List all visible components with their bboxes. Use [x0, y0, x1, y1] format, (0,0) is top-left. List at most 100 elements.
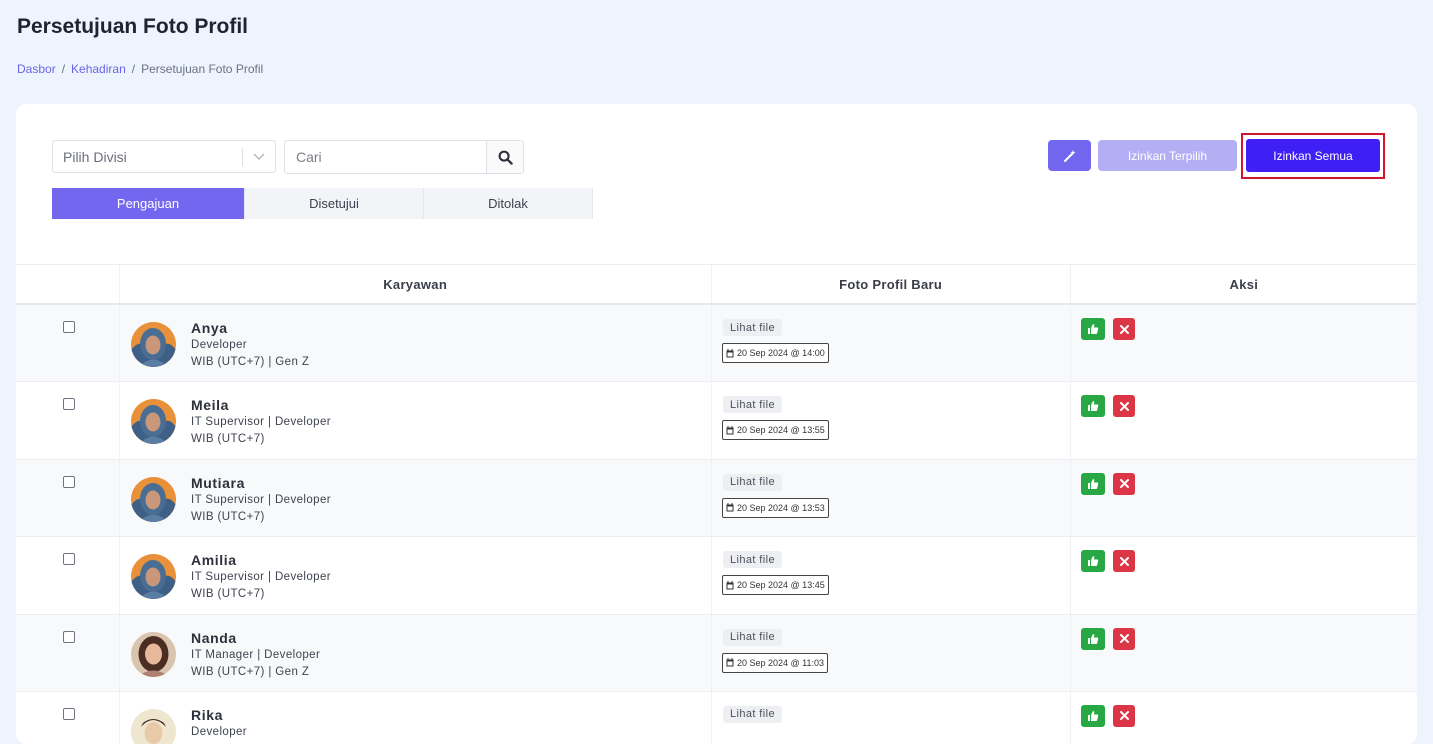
division-select[interactable]: Pilih Divisi: [52, 140, 276, 173]
avatar: [131, 399, 176, 445]
magic-wand-button[interactable]: [1048, 140, 1091, 171]
tab-disetujui[interactable]: Disetujui: [245, 188, 424, 219]
employee-timezone: WIB (UTC+7): [191, 510, 265, 523]
header-aksi: Aksi: [1229, 276, 1259, 292]
view-file-button[interactable]: Lihat file: [723, 705, 782, 723]
row-checkbox[interactable]: [63, 475, 75, 488]
row-checkbox[interactable]: [63, 707, 75, 720]
view-file-button[interactable]: Lihat file: [723, 551, 782, 569]
avatar: [131, 708, 176, 744]
employee-timezone: WIB (UTC+7) | Gen Z: [191, 356, 310, 368]
page-title: Persetujuan Foto Profil: [17, 15, 249, 38]
thumbs-up-icon: [1088, 401, 1099, 412]
column-divider: [119, 614, 120, 691]
breadcrumb-separator: /: [131, 62, 136, 76]
breadcrumb-separator: /: [61, 62, 66, 76]
approve-button[interactable]: [1081, 395, 1105, 418]
avatar: [131, 476, 176, 522]
reject-button[interactable]: [1113, 395, 1135, 418]
reject-button[interactable]: [1113, 550, 1135, 573]
breadcrumb-current: Persetujuan Foto Profil: [141, 62, 264, 76]
approve-button[interactable]: [1081, 472, 1105, 495]
reject-button[interactable]: [1113, 472, 1135, 495]
table-header: Karyawan Foto Profil Baru Aksi: [16, 264, 1417, 305]
close-icon: [1119, 556, 1129, 566]
reject-button[interactable]: [1113, 627, 1135, 650]
approve-button[interactable]: [1081, 704, 1105, 727]
search-button[interactable]: [486, 141, 523, 173]
column-divider: [711, 537, 712, 614]
thumbs-up-icon: [1088, 710, 1099, 721]
column-divider: [1070, 382, 1071, 459]
column-divider: [1070, 459, 1071, 537]
row-checkbox[interactable]: [63, 630, 75, 643]
header-checkbox-cell: [16, 265, 120, 303]
approve-selected-button[interactable]: Izinkan Terpilih: [1098, 140, 1237, 171]
column-divider: [1070, 691, 1071, 744]
column-divider: [1070, 305, 1071, 382]
search-box: [284, 140, 524, 174]
employee-name: Rika: [191, 706, 223, 723]
employee-position: IT Supervisor | Developer: [191, 571, 331, 584]
table-row: Anya Developer WIB (UTC+7) | Gen Z Lihat fi…: [16, 305, 1417, 383]
submission-date-text: 20 Sep 2024 @ 11:03: [737, 657, 825, 668]
approve-button[interactable]: [1081, 318, 1105, 340]
calendar-icon: [726, 425, 734, 435]
avatar: [131, 631, 176, 677]
submission-date: 20 Sep 2024 @ 13:53: [722, 497, 829, 518]
employee-timezone: WIB (UTC+7): [191, 433, 265, 446]
column-divider: [1070, 614, 1071, 691]
reject-button[interactable]: [1113, 704, 1135, 727]
thumbs-up-icon: [1088, 324, 1099, 334]
employee-name: Amilia: [191, 552, 237, 569]
breadcrumb-kehadiran[interactable]: Kehadiran: [71, 62, 126, 76]
view-file-button[interactable]: Lihat file: [723, 396, 782, 414]
table-row: Amilia IT Supervisor | Developer WIB (UTC+…: [16, 537, 1417, 615]
search-icon: [498, 150, 513, 165]
row-checkbox[interactable]: [63, 321, 75, 333]
approve-all-button[interactable]: Izinkan Semua: [1246, 139, 1380, 172]
header-foto-profil-baru: Foto Profil Baru: [712, 265, 1071, 303]
tab-pengajuan[interactable]: Pengajuan: [52, 188, 245, 219]
employee-name: Nanda: [191, 629, 237, 646]
column-divider: [711, 691, 712, 744]
approve-button[interactable]: [1081, 550, 1105, 573]
employee-timezone: WIB (UTC+7) | Gen Z: [191, 665, 310, 678]
column-divider: [711, 305, 712, 382]
row-checkbox[interactable]: [63, 553, 75, 566]
status-tabs: Pengajuan Disetujui Ditolak: [52, 188, 593, 219]
column-divider: [119, 537, 120, 614]
calendar-icon: [726, 580, 734, 590]
main-card: Pilih Divisi Pengajuan Disetujui Ditolak…: [16, 104, 1417, 744]
close-icon: [1119, 401, 1129, 411]
approve-button[interactable]: [1081, 627, 1105, 650]
table-row: Meila IT Supervisor | Developer WIB (UTC+7…: [16, 382, 1417, 460]
submission-date-text: 20 Sep 2024 @ 13:45: [737, 580, 825, 591]
breadcrumb-dasbor[interactable]: Dasbor: [17, 62, 56, 76]
reject-button[interactable]: [1113, 318, 1135, 340]
chevron-down-icon[interactable]: [243, 150, 275, 164]
thumbs-up-icon: [1088, 556, 1099, 567]
employee-timezone: WIB (UTC+7): [191, 588, 265, 601]
view-file-button[interactable]: Lihat file: [723, 319, 782, 336]
header-karyawan: Karyawan: [120, 265, 712, 303]
submission-date-text: 20 Sep 2024 @ 13:53: [737, 502, 825, 513]
employee-position: Developer: [191, 725, 248, 738]
close-icon: [1119, 634, 1129, 644]
close-icon: [1119, 324, 1129, 334]
submission-date-text: 20 Sep 2024 @ 14:00: [737, 348, 825, 358]
calendar-icon: [726, 503, 734, 512]
avatar: [131, 554, 176, 600]
employee-position: IT Supervisor | Developer: [191, 493, 331, 506]
view-file-button[interactable]: Lihat file: [723, 628, 782, 646]
submission-date-text: 20 Sep 2024 @ 13:55: [737, 425, 825, 436]
approve-all-highlight: Izinkan Semua: [1241, 133, 1385, 179]
tab-ditolak[interactable]: Ditolak: [424, 188, 593, 219]
avatar: [131, 322, 176, 367]
column-divider: [119, 691, 120, 744]
employee-name: Mutiara: [191, 474, 245, 491]
column-divider: [119, 459, 120, 537]
view-file-button[interactable]: Lihat file: [723, 473, 782, 491]
row-checkbox[interactable]: [63, 398, 75, 411]
search-input[interactable]: [285, 141, 486, 173]
